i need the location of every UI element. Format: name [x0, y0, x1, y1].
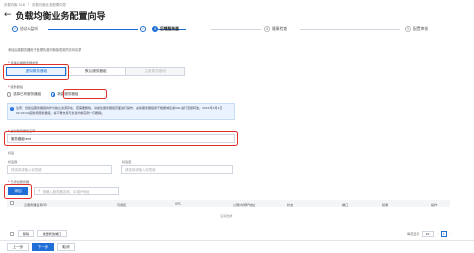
- tag-value-input[interactable]: 请选择或输入标签值: [121, 165, 233, 174]
- page-number[interactable]: 1: [440, 230, 447, 237]
- step-2: ✓: [140, 26, 146, 32]
- tab-default-server-group[interactable]: 默认服务器组: [65, 67, 126, 76]
- next-step-button[interactable]: 下一步: [32, 243, 54, 251]
- info-icon: i: [10, 106, 14, 111]
- select-all-checkbox[interactable]: [10, 201, 14, 206]
- tags-section-label: 标签: [8, 151, 15, 155]
- step-connector: [48, 29, 138, 30]
- empty-state: 没有数据: [220, 214, 233, 218]
- group-type-label: *服务器组: [8, 85, 23, 89]
- highlight-box: [3, 64, 69, 80]
- server-search-input[interactable]: ⚲ 请输入服务器名称、ID或IP地址: [34, 187, 119, 195]
- check-icon: ✓: [140, 26, 146, 32]
- step-1: ✓ 协议&监听: [12, 26, 39, 32]
- per-page-label: 每页显示: [407, 232, 420, 236]
- prev-page-icon[interactable]: ‹: [438, 232, 439, 236]
- breadcrumb: 负载均衡 SLB / 负载均衡业务配置向导: [4, 2, 67, 7]
- footer-checkbox[interactable]: [10, 231, 14, 236]
- per-page-select[interactable]: 20: [421, 230, 434, 237]
- page-title: 负载均衡业务配置向导: [15, 12, 106, 22]
- step-5: 5 配置审核: [405, 26, 429, 32]
- highlight-box: [63, 89, 107, 99]
- breadcrumb-item: 负载均衡业务配置向导: [32, 3, 67, 7]
- step-connector: [211, 29, 261, 30]
- wizard-steps: ✓ 协议&监听 ✓ 3 后端服务器 4 健康检查 5 配置审核: [0, 26, 474, 38]
- breadcrumb-item[interactable]: 负载均衡 SLB: [4, 2, 25, 7]
- prev-step-button[interactable]: 上一步: [7, 243, 29, 251]
- tab-active-standby-group: 主备服务器组: [125, 67, 186, 76]
- step-4: 4 健康检查: [264, 26, 288, 32]
- next-page-icon[interactable]: ›: [449, 232, 450, 236]
- check-icon: ✓: [12, 26, 18, 32]
- table-footer: 移除 批量修改端口 每页显示 20 ‹ 1 ›: [7, 229, 450, 238]
- notice-box: i 注意：创建后服务器组将作为独立资源存在，若需要删除，请前往服务器组页面进行操…: [7, 103, 235, 120]
- title-row: ← 负载均衡业务配置向导: [4, 9, 106, 23]
- tag-key-input[interactable]: 请选择或输入标签键: [7, 165, 112, 174]
- step-connector: [300, 29, 400, 30]
- highlight-box: [4, 184, 32, 199]
- hint-text: 添加后端服务器用于处理负载均衡接收到的访问请求: [8, 48, 82, 52]
- tag-key-label: 标签键: [8, 160, 18, 164]
- highlight-box: [4, 131, 238, 146]
- cancel-button[interactable]: 取消: [57, 243, 75, 251]
- batch-modify-port-button[interactable]: 批量修改端口: [37, 230, 67, 237]
- radio-existing-group[interactable]: 选择已有服务器组: [7, 92, 41, 97]
- remove-button[interactable]: 移除: [18, 230, 34, 237]
- wizard-nav-bar: 上一步 下一步 取消: [0, 240, 474, 253]
- search-icon: ⚲: [38, 189, 41, 193]
- tag-value-label: 标签值: [122, 160, 132, 164]
- server-table-header: 云服务器名称/ID 可用区 VPC 公网/内网IP地址 状态 端口 权重 操作: [7, 200, 450, 207]
- step-3: 3 后端服务器: [152, 26, 179, 32]
- arrow-left-icon[interactable]: ←: [4, 11, 12, 20]
